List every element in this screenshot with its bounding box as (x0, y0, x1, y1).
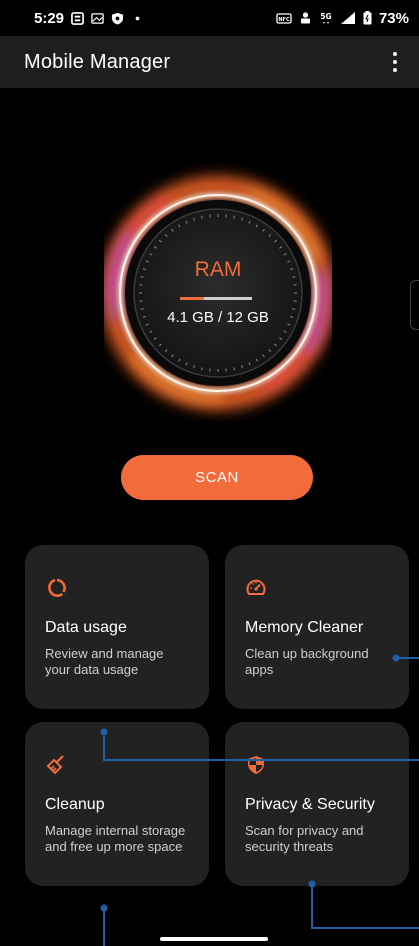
ram-value: 4.1 GB / 12 GB (167, 309, 269, 326)
ram-gauge-ring (104, 176, 332, 410)
more-dot (393, 68, 397, 72)
card-title: Cleanup (45, 796, 105, 813)
shield-icon (248, 756, 264, 774)
ram-usage-bar (180, 297, 252, 300)
battery-icon (363, 11, 372, 25)
data-usage-icon (48, 578, 66, 597)
status-right: NFC 5G 73% (276, 10, 409, 27)
card-description: Manage internal storage and free up more… (45, 823, 186, 854)
status-time: 5:29 (34, 9, 65, 27)
hd-voice-icon (300, 12, 310, 24)
card-title: Memory Cleaner (245, 619, 364, 636)
card-data-usage[interactable]: Data usage Review and manage your data u… (25, 545, 209, 709)
5g-signal-icon: 5G (320, 12, 332, 24)
more-dot (393, 52, 397, 56)
card-memory-cleaner[interactable]: Memory Cleaner Clean up background apps (225, 545, 409, 709)
gauge-tick (233, 367, 235, 371)
status-left: 5:29 (34, 10, 144, 27)
svg-text:5G: 5G (320, 12, 331, 21)
notification-dot-icon (135, 16, 140, 20)
cell-signal-icon (340, 12, 355, 24)
nfc-icon: NFC (276, 12, 292, 24)
notification-news-icon (71, 11, 84, 25)
card-privacy-security[interactable]: Privacy & Security Scan for privacy and … (225, 722, 409, 886)
app-bar: Mobile Manager (0, 36, 419, 88)
edge-panel-handle[interactable] (410, 280, 419, 330)
page-title: Mobile Manager (24, 50, 171, 73)
ram-label: RAM (194, 258, 242, 281)
broom-icon (46, 755, 64, 775)
card-description: Scan for privacy and security threats (245, 823, 364, 854)
card-title: Privacy & Security (245, 796, 375, 813)
ram-gauge[interactable]: RAM 4.1 GB / 12 GB (104, 148, 332, 438)
ram-usage-bar-fill (180, 297, 205, 300)
speedometer-icon (246, 579, 266, 595)
svg-text:NFC: NFC (278, 17, 290, 23)
callout-line-privacy (311, 884, 419, 929)
scan-button[interactable]: SCAN (121, 455, 313, 500)
notification-image-icon (91, 12, 104, 24)
card-title: Data usage (45, 619, 127, 636)
battery-percent: 73% (378, 9, 409, 27)
gauge-tick (233, 215, 235, 219)
gauge-tick (201, 215, 203, 219)
status-bar: 5:29 NFC 5G 73% (0, 0, 419, 36)
callout-dot (100, 904, 108, 912)
card-description: Clean up background apps (245, 646, 369, 677)
card-description: Review and manage your data usage (45, 646, 164, 677)
card-cleanup[interactable]: Cleanup Manage internal storage and free… (25, 722, 209, 886)
notification-shield-icon (111, 12, 124, 25)
home-indicator[interactable] (160, 937, 268, 941)
gauge-tick (201, 367, 203, 371)
more-options-button[interactable] (385, 48, 405, 76)
more-dot (393, 60, 397, 64)
